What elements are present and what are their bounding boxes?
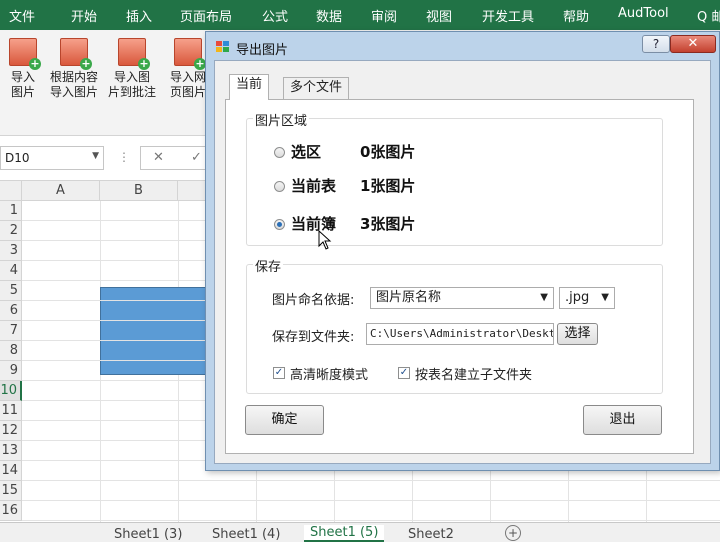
menu-developer[interactable]: 开发工具: [482, 6, 534, 25]
picture-region-legend: 图片区域: [253, 110, 310, 129]
column-header-b[interactable]: B: [100, 181, 178, 201]
dialog-title: 导出图片: [236, 43, 289, 58]
row-header[interactable]: 16: [0, 501, 22, 521]
row-header[interactable]: 7: [0, 321, 22, 341]
radio-current-sheet-label[interactable]: 当前表: [291, 175, 336, 196]
selection-count: 0张图片: [360, 143, 416, 161]
menu-formulas[interactable]: 公式: [262, 6, 288, 25]
save-group: 保存 图片命名依据: 图片原名称 ▼ .jpg ▼ 保存到文件夹: C:\Use…: [246, 256, 663, 394]
row-header[interactable]: 9: [0, 361, 22, 381]
menu-page-layout[interactable]: 页面布局: [180, 6, 232, 25]
row-header[interactable]: 14: [0, 461, 22, 481]
import-picture-button[interactable]: + 导入 图片: [6, 38, 41, 100]
naming-select[interactable]: 图片原名称 ▼: [370, 287, 554, 309]
row-header[interactable]: 11: [0, 401, 22, 421]
menu-home[interactable]: 开始: [71, 6, 97, 25]
row-header[interactable]: 5: [0, 281, 22, 301]
sheet-tab-bar: Sheet1 (3) Sheet1 (4) Sheet1 (5) Sheet2 …: [0, 522, 720, 542]
row-header[interactable]: 10: [0, 381, 22, 401]
add-sheet-icon[interactable]: +: [505, 525, 521, 541]
subfolder-label[interactable]: 按表名建立子文件夹: [415, 364, 532, 383]
close-button[interactable]: ✕: [670, 35, 716, 53]
import-web-picture-button[interactable]: + 导入网 页图片: [168, 38, 208, 100]
radio-current-workbook[interactable]: [274, 219, 285, 230]
tab-multiple-files[interactable]: 多个文件: [283, 77, 350, 99]
menu-insert[interactable]: 插入: [126, 6, 152, 25]
export-pictures-dialog: 导出图片 ? ✕ 当前 多个文件 图片区域 选区 0张图片 当前表 1张图片 当…: [205, 31, 720, 471]
exit-button[interactable]: 退出: [583, 405, 662, 435]
hd-mode-checkbox[interactable]: ✓: [273, 367, 285, 379]
dialog-client-area: 当前 多个文件 图片区域 选区 0张图片 当前表 1张图片 当前簿 3张图片 保…: [214, 60, 711, 464]
save-legend: 保存: [253, 256, 284, 275]
row-header[interactable]: 8: [0, 341, 22, 361]
menu-mail[interactable]: Q 邮件: [697, 6, 720, 25]
format-select[interactable]: .jpg ▼: [559, 287, 615, 309]
help-button[interactable]: ?: [642, 35, 670, 53]
sheet-tab[interactable]: Sheet2: [408, 527, 454, 542]
menu-review[interactable]: 审阅: [371, 6, 397, 25]
hd-mode-label[interactable]: 高清晰度模式: [290, 364, 368, 383]
ribbon-menu-bar: 文件 开始 插入 页面布局 公式 数据 审阅 视图 开发工具 帮助 AudToo…: [0, 0, 720, 30]
current-workbook-count: 3张图片: [360, 215, 416, 233]
folder-path-input[interactable]: C:\Users\Administrator\Desktop: [366, 323, 554, 345]
formula-buttons: ✕ ✓: [140, 146, 210, 170]
row-header[interactable]: 12: [0, 421, 22, 441]
row-header[interactable]: 15: [0, 481, 22, 501]
check-icon[interactable]: ✓: [191, 150, 202, 165]
import-by-content-button[interactable]: + 根据内容 导入图片: [46, 38, 102, 100]
menu-view[interactable]: 视图: [426, 6, 452, 25]
browse-button[interactable]: 选择: [557, 323, 598, 345]
row-header[interactable]: 3: [0, 241, 22, 261]
picture-import-icon: +: [60, 38, 92, 70]
column-header-a[interactable]: A: [22, 181, 100, 201]
naming-label: 图片命名依据:: [272, 293, 355, 308]
menu-file[interactable]: 文件: [9, 6, 35, 25]
folder-label: 保存到文件夹:: [272, 330, 355, 345]
radio-current-sheet[interactable]: [274, 181, 285, 192]
tab-current[interactable]: 当前: [229, 74, 270, 100]
ok-button[interactable]: 确定: [245, 405, 324, 435]
picture-region-group: 图片区域 选区 0张图片 当前表 1张图片 当前簿 3张图片: [246, 110, 663, 246]
chevron-down-icon: ▼: [92, 151, 99, 161]
sheet-tab[interactable]: Sheet1 (4): [212, 527, 280, 542]
row-header[interactable]: 1: [0, 201, 22, 221]
menu-help[interactable]: 帮助: [563, 6, 589, 25]
cancel-icon[interactable]: ✕: [153, 150, 164, 165]
mouse-cursor-icon: [318, 230, 332, 250]
tab-page-current: 图片区域 选区 0张图片 当前表 1张图片 当前簿 3张图片 保存 图片命名依据…: [225, 99, 694, 454]
web-picture-icon: +: [174, 38, 206, 70]
radio-selection[interactable]: [274, 147, 285, 158]
app-logo-icon: [216, 41, 230, 53]
radio-selection-label[interactable]: 选区: [291, 141, 321, 162]
chevron-down-icon: ▼: [540, 292, 548, 303]
chevron-down-icon: ▼: [601, 292, 609, 303]
sheet-tab[interactable]: Sheet1 (3): [114, 527, 182, 542]
name-box[interactable]: D10 ▼: [0, 146, 104, 170]
row-header[interactable]: 4: [0, 261, 22, 281]
subfolder-checkbox[interactable]: ✓: [398, 367, 410, 379]
separator-dots: ⋮: [118, 150, 130, 164]
import-to-comment-button[interactable]: + 导入图 片到批注: [104, 38, 160, 100]
comment-picture-icon: +: [118, 38, 150, 70]
row-header[interactable]: 6: [0, 301, 22, 321]
row-header[interactable]: 2: [0, 221, 22, 241]
current-sheet-count: 1张图片: [360, 177, 416, 195]
row-header[interactable]: 13: [0, 441, 22, 461]
picture-import-icon: +: [9, 38, 41, 70]
select-all-corner[interactable]: [0, 181, 22, 201]
sheet-tab-active[interactable]: Sheet1 (5): [304, 525, 385, 542]
menu-data[interactable]: 数据: [316, 6, 342, 25]
menu-audtool[interactable]: AudTool: [618, 6, 669, 21]
